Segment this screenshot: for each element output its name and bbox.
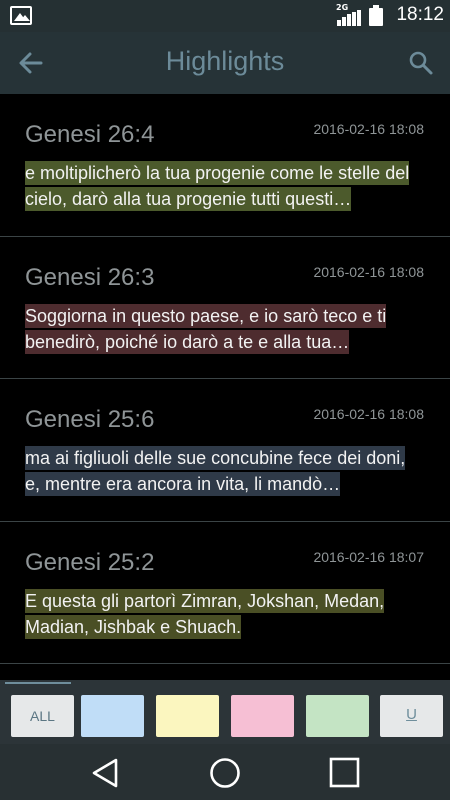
status-bar: 2G 18:12: [0, 0, 450, 32]
status-clock: 18:12: [396, 4, 444, 25]
gallery-icon: [10, 6, 32, 25]
filter-blue-button[interactable]: [81, 695, 144, 737]
highlight-text: Soggiorna in questo paese, e io sarò tec…: [25, 303, 425, 355]
highlight-item[interactable]: Genesi 25:2 2016-02-16 18:07 E questa gl…: [0, 522, 450, 664]
app-bar: Highlights: [0, 32, 450, 94]
highlight-text: e moltiplicherò la tua progenie come le …: [25, 160, 425, 212]
active-filter-indicator: [5, 682, 71, 684]
highlight-timestamp: 2016-02-16 18:08: [313, 406, 424, 422]
nav-back-button[interactable]: [86, 756, 126, 790]
highlight-timestamp: 2016-02-16 18:07: [313, 548, 424, 565]
highlights-list[interactable]: Genesi 26:4 2016-02-16 18:08 e moltiplic…: [0, 94, 450, 680]
nav-home-button[interactable]: [205, 756, 245, 790]
filter-all-button[interactable]: ALL: [11, 695, 74, 737]
battery-icon: [369, 5, 383, 26]
search-icon: [409, 51, 433, 75]
verse-reference: Genesi 26:3: [25, 263, 155, 291]
highlight-text-marked: e moltiplicherò la tua progenie come le …: [25, 161, 410, 211]
filter-green-button[interactable]: [306, 695, 369, 737]
triangle-back-icon: [92, 758, 118, 788]
highlight-timestamp: 2016-02-16 18:08: [313, 263, 424, 280]
highlight-item[interactable]: Genesi 25:6 2016-02-16 18:08 ma ai figli…: [0, 379, 450, 522]
signal-strength-icon: [337, 10, 361, 26]
page-title: Highlights: [165, 46, 285, 76]
highlight-text-marked: ma ai figliuoli delle sue concubine fece…: [25, 446, 406, 496]
nav-recents-button[interactable]: [324, 756, 364, 790]
square-recents-icon: [329, 757, 360, 788]
circle-home-icon: [210, 758, 240, 788]
filter-underline-button[interactable]: U: [380, 695, 443, 737]
highlight-text-marked: Soggiorna in questo paese, e io sarò tec…: [25, 303, 387, 354]
highlight-text: ma ai figliuoli delle sue concubine fece…: [25, 445, 425, 497]
color-filter-bar: ALL U: [0, 680, 450, 744]
verse-reference: Genesi 25:2: [25, 548, 155, 576]
search-button[interactable]: [408, 50, 434, 76]
filter-yellow-button[interactable]: [156, 695, 219, 737]
system-navigation-bar: [0, 744, 450, 800]
filter-pink-button[interactable]: [231, 695, 294, 737]
verse-reference: Genesi 25:6: [25, 406, 155, 433]
verse-reference: Genesi 26:4: [25, 121, 155, 148]
highlight-item[interactable]: Genesi 26:4 2016-02-16 18:08 e moltiplic…: [0, 94, 450, 237]
highlight-timestamp: 2016-02-16 18:08: [313, 121, 424, 137]
highlight-text-marked: E questa gli partorì Zimran, Jokshan, Me…: [25, 588, 385, 639]
highlight-text: E questa gli partorì Zimran, Jokshan, Me…: [25, 588, 425, 640]
highlight-item[interactable]: Genesi 26:3 2016-02-16 18:08 Soggiorna i…: [0, 237, 450, 379]
